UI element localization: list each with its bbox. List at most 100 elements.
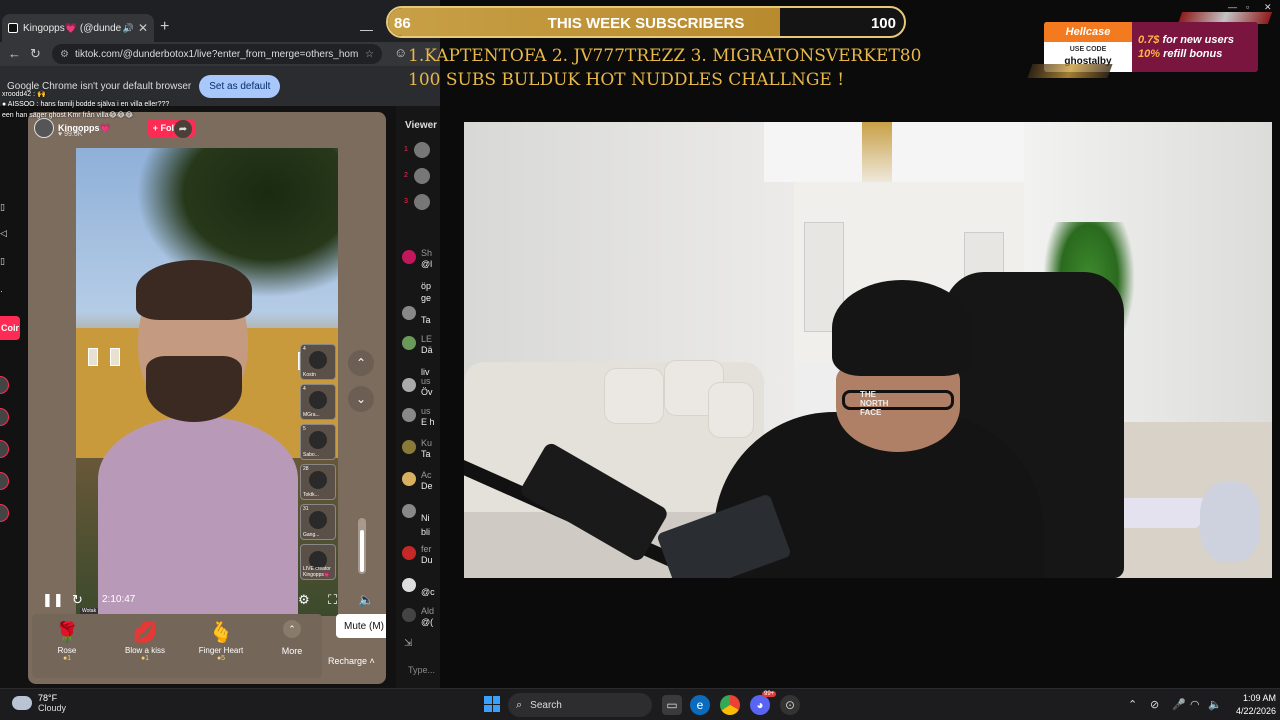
challenge-text: 100 SUBS BULDUK HOT NUDDLES CHALLNGE ! <box>408 70 845 90</box>
previous-live-button[interactable]: ⌃ <box>348 350 374 376</box>
network-icon[interactable]: ⊘ <box>1150 698 1159 711</box>
chat-message: Ald @( <box>402 606 440 634</box>
guest-avatar <box>309 351 327 369</box>
viewers-chat-panel: Viewer 1 2 3 Sh @l öp ge Ta LE Dä liv us Öv… <box>396 106 440 688</box>
chat-message: Ac De <box>402 470 440 498</box>
viewers-header: Viewer <box>405 120 438 131</box>
live-avatar[interactable] <box>0 440 9 458</box>
profile-icon[interactable]: ☺ <box>394 45 407 60</box>
nav-icon[interactable]: ▯ <box>0 202 5 213</box>
volume-slider-fill <box>360 530 364 572</box>
beanie-logo: THE NORTH FACE <box>860 390 889 417</box>
guest-avatar <box>309 471 327 489</box>
nav-icon[interactable]: ◁ <box>0 228 7 239</box>
chat-input[interactable]: Type... <box>396 658 440 682</box>
overlay-chat-line: een han säger ghost Kmr från villa😂😂😂 <box>2 112 134 119</box>
window-minimize-icon[interactable]: — <box>1228 2 1237 12</box>
edge-icon[interactable]: e <box>690 695 710 715</box>
pause-icon[interactable]: ❚❚ <box>42 592 64 608</box>
top-viewer-avatar[interactable] <box>414 168 430 184</box>
share-icon[interactable]: ➦ <box>174 120 192 138</box>
lips-icon: 💋 <box>132 622 158 644</box>
site-info-icon[interactable]: ⚙ <box>60 49 69 60</box>
exit-icon[interactable]: ⇲ <box>404 638 412 649</box>
gift-bar: 🌹 Rose ●1 💋 Blow a kiss ●1 🫰 Finger Hear… <box>32 614 322 678</box>
guest-tile[interactable]: LIVE creator Kingopps💗 <box>300 544 336 580</box>
close-tab-icon[interactable]: ✕ <box>138 21 148 35</box>
chrome-window: Kingopps💗 (@dunderbotox1 🔊 ✕ + — ❐ ← ↻ ⚙… <box>0 0 440 688</box>
reload-icon[interactable]: ↻ <box>30 46 41 62</box>
nav-icon[interactable]: ▯ <box>0 256 5 267</box>
gift-rose[interactable]: 🌹 Rose ●1 <box>32 620 102 662</box>
chat-message: @c <box>402 576 440 604</box>
start-icon[interactable] <box>484 696 500 712</box>
mute-tooltip: Mute (M) <box>336 614 386 638</box>
webcam-feed: THE NORTH FACE <box>464 122 1272 578</box>
subscriber-goal-label: THIS WEEK SUBSCRIBERS <box>547 15 745 32</box>
guest-tile[interactable]: 5 Sabo... <box>300 424 336 460</box>
discord-icon[interactable]: ◕ <box>750 695 770 715</box>
app-icon[interactable]: ⊙ <box>780 695 800 715</box>
guest-tile[interactable]: 28 Toktk... <box>300 464 336 500</box>
guest-tile[interactable]: 31 Gang... <box>300 504 336 540</box>
wifi-icon[interactable]: ◠ <box>1190 698 1200 711</box>
tab-title: Kingopps💗 (@dunderbotox1 <box>23 22 121 34</box>
next-live-button[interactable]: ⌄ <box>348 386 374 412</box>
recharge-button[interactable]: Recharge ˄ <box>328 656 375 666</box>
live-avatar[interactable] <box>0 408 9 426</box>
screen: Kingopps💗 (@dunderbotox1 🔊 ✕ + — ❐ ← ↻ ⚙… <box>0 0 1280 720</box>
taskbar-search[interactable]: ⌕ Search <box>508 693 652 717</box>
gift-blow-a-kiss[interactable]: 💋 Blow a kiss ●1 <box>110 620 180 662</box>
tab-strip: Kingopps💗 (@dunderbotox1 🔊 ✕ + — ❐ <box>0 8 440 42</box>
window-close-icon[interactable]: ✕ <box>1264 2 1272 13</box>
settings-icon[interactable]: ⚙ <box>298 592 310 608</box>
live-video <box>76 148 338 616</box>
set-as-default-button[interactable]: Set as default <box>199 74 281 98</box>
bookmark-star-icon[interactable]: ☆ <box>365 49 374 60</box>
task-view-icon[interactable]: ▭ <box>662 695 682 715</box>
chat-message: us E h <box>402 406 440 434</box>
guest-avatar <box>309 391 327 409</box>
windows-taskbar: 78°F Cloudy ⌕ Search ▭ e ◕ 99+ ⊙ ⌃ ⊘ 🎤 ◠… <box>0 688 1280 720</box>
get-coins-button[interactable]: Coir <box>0 316 20 340</box>
chat-message: bli <box>421 527 431 537</box>
use-code-label: USE CODE <box>1069 46 1107 53</box>
new-tab-icon[interactable]: + <box>160 18 169 36</box>
window-restore-icon[interactable]: ▫ <box>1246 2 1249 12</box>
gift-finger-heart[interactable]: 🫰 Finger Heart ●5 <box>186 620 256 662</box>
host-avatar[interactable] <box>34 118 54 138</box>
weather-widget[interactable]: 78°F Cloudy <box>12 693 66 713</box>
discord-badge: 99+ <box>762 691 777 697</box>
tab-tiktok-live[interactable]: Kingopps💗 (@dunderbotox1 🔊 ✕ <box>2 14 154 42</box>
top-viewer-avatar[interactable] <box>414 194 430 210</box>
tray-chevron-icon[interactable]: ⌃ <box>1128 698 1137 711</box>
search-label: Search <box>530 699 562 711</box>
address-bar[interactable]: ⚙ tiktok.com/@dunderbotox1/live?enter_fr… <box>52 44 382 64</box>
volume-icon[interactable]: 🔈 <box>358 592 374 608</box>
nav-icon[interactable]: · <box>0 286 3 296</box>
speaker-icon: 🔊 <box>122 22 134 33</box>
rifle-graphic <box>1027 64 1113 78</box>
streamer-figure <box>98 260 298 616</box>
volume-slider[interactable] <box>358 518 366 574</box>
more-gifts-button[interactable]: ⌃ More <box>272 620 312 656</box>
live-avatar[interactable] <box>0 504 9 522</box>
top-viewer-avatar[interactable] <box>414 142 430 158</box>
back-icon[interactable]: ← <box>8 46 21 61</box>
system-clock[interactable]: 1:09 AM 4/22/2026 <box>1224 692 1276 718</box>
guest-tile[interactable]: 4 Kostn <box>300 344 336 380</box>
chrome-icon[interactable] <box>720 695 740 715</box>
refresh-icon[interactable]: ↻ <box>72 592 83 608</box>
fullscreen-icon[interactable]: ⛶ <box>328 592 337 608</box>
guest-tile[interactable]: 4 MGra... <box>300 384 336 420</box>
live-player[interactable]: Kingopps💗 ♥ 99.6K + Follow ➦ 4 Kostn 4 M… <box>28 112 386 684</box>
speaker-icon[interactable]: 🔈 <box>1208 698 1222 711</box>
live-avatar[interactable] <box>0 472 9 490</box>
live-avatar[interactable] <box>0 376 9 394</box>
chat-message: fer Du <box>402 544 440 572</box>
address-url: tiktok.com/@dunderbotox1/live?enter_from… <box>74 48 360 60</box>
minimize-icon[interactable]: — <box>360 22 373 37</box>
mic-icon[interactable]: 🎤 <box>1172 698 1186 711</box>
tiktok-favicon-icon <box>8 23 18 33</box>
finger-heart-icon: 🫰 <box>208 622 234 644</box>
